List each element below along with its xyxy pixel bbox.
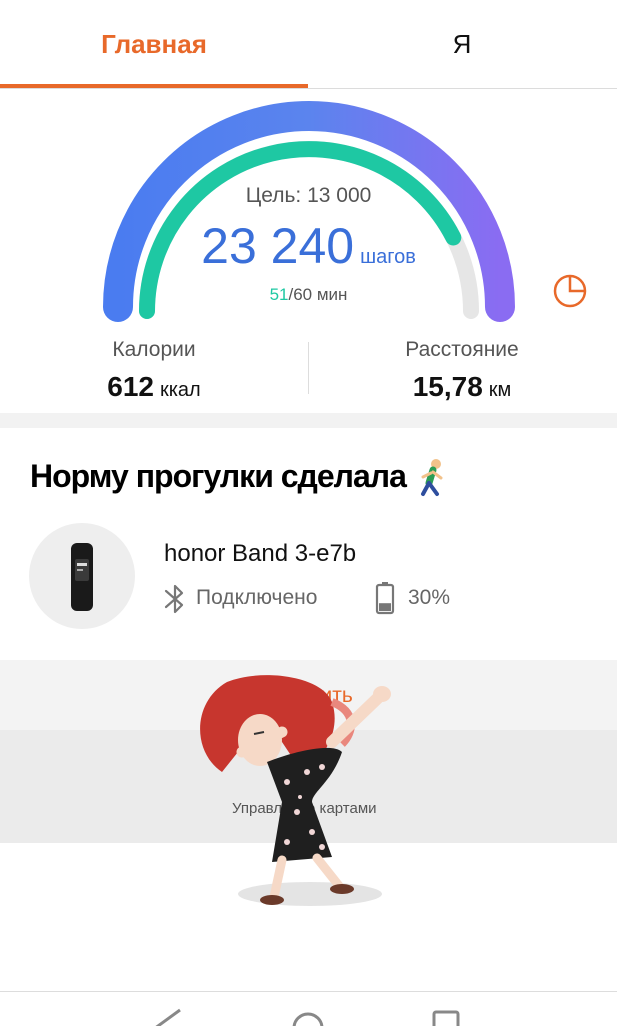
- girl-sticker-image: [200, 675, 391, 906]
- steps-value: 23 240: [201, 218, 355, 274]
- battery-percent: 30%: [408, 586, 451, 609]
- active-minutes: 51/60 мин: [0, 285, 617, 305]
- back-icon[interactable]: [150, 1008, 190, 1026]
- battery-icon: [375, 582, 395, 615]
- distance-value: 15,78: [412, 371, 483, 402]
- device-name: honor Band 3-e7b: [164, 540, 357, 567]
- fitness-band-icon: [71, 543, 93, 611]
- calories-value: 612: [107, 371, 154, 402]
- calories-value-row: 612 ккал: [54, 371, 254, 403]
- sticker-caption: Норму прогулки сделала: [18, 452, 418, 500]
- calories-unit: ккал: [159, 379, 201, 401]
- pie-chart-icon[interactable]: [550, 271, 590, 311]
- tab-me[interactable]: Я: [308, 0, 616, 88]
- calories-label: Калории: [112, 338, 196, 361]
- walking-person-icon: [421, 459, 443, 496]
- bluetooth-icon: [164, 584, 184, 614]
- active-minutes-done: 51: [269, 285, 289, 304]
- top-tab-bar: Главная Я: [0, 0, 617, 89]
- device-card[interactable]: Норму прогулки сделала honor Band 3-e7b …: [0, 428, 617, 660]
- steps-count-row: 23 240 шагов: [0, 217, 617, 275]
- steps-card[interactable]: Цель: 13 000 23 240 шагов 51/60 мин Калор…: [0, 89, 617, 413]
- steps-goal: Цель: 13 000: [245, 184, 372, 207]
- device-image: [29, 523, 135, 629]
- distance-label: Расстояние: [405, 338, 519, 361]
- active-minutes-goal: /60 мин: [288, 285, 348, 304]
- active-tab-indicator: [0, 84, 308, 88]
- distance-unit: км: [488, 379, 512, 401]
- steps-unit: шагов: [360, 246, 416, 268]
- tab-home[interactable]: Главная: [0, 0, 308, 88]
- distance-value-row: 15,78 км: [362, 371, 562, 403]
- system-navigation-bar: [0, 991, 617, 1026]
- recents-icon[interactable]: [430, 1008, 470, 1026]
- stats-divider: [308, 342, 309, 394]
- bluetooth-status: Подключено: [196, 586, 318, 609]
- home-icon[interactable]: [290, 1008, 330, 1026]
